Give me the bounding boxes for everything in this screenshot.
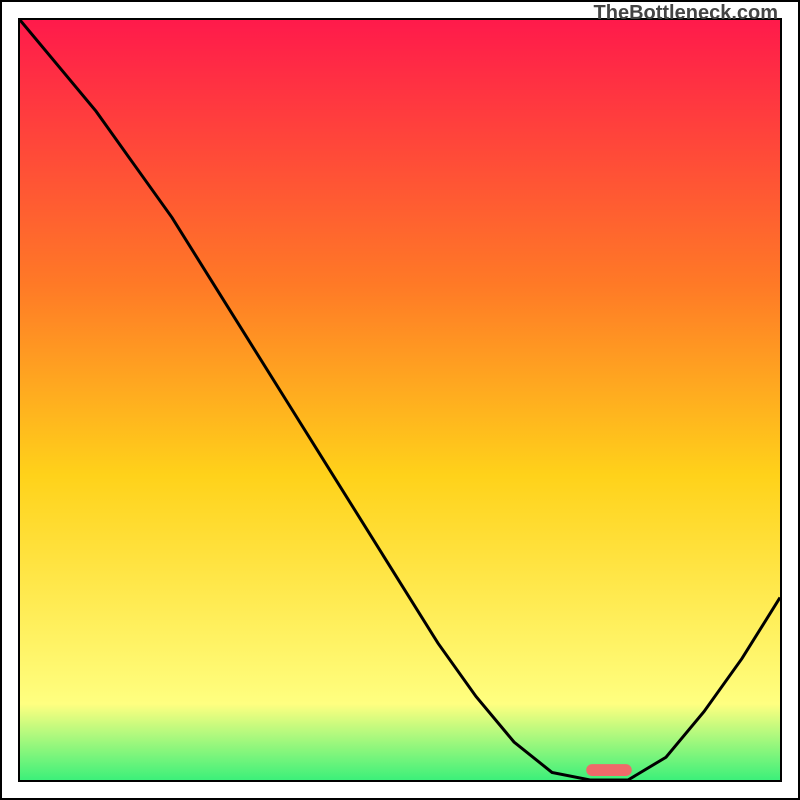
gradient-background	[20, 20, 780, 780]
chart-svg	[20, 20, 780, 780]
plot-area	[18, 18, 782, 782]
watermark-text: TheBottleneck.com	[594, 2, 778, 25]
bottleneck-chart: TheBottleneck.com	[0, 0, 800, 800]
optimum-marker	[586, 764, 632, 776]
